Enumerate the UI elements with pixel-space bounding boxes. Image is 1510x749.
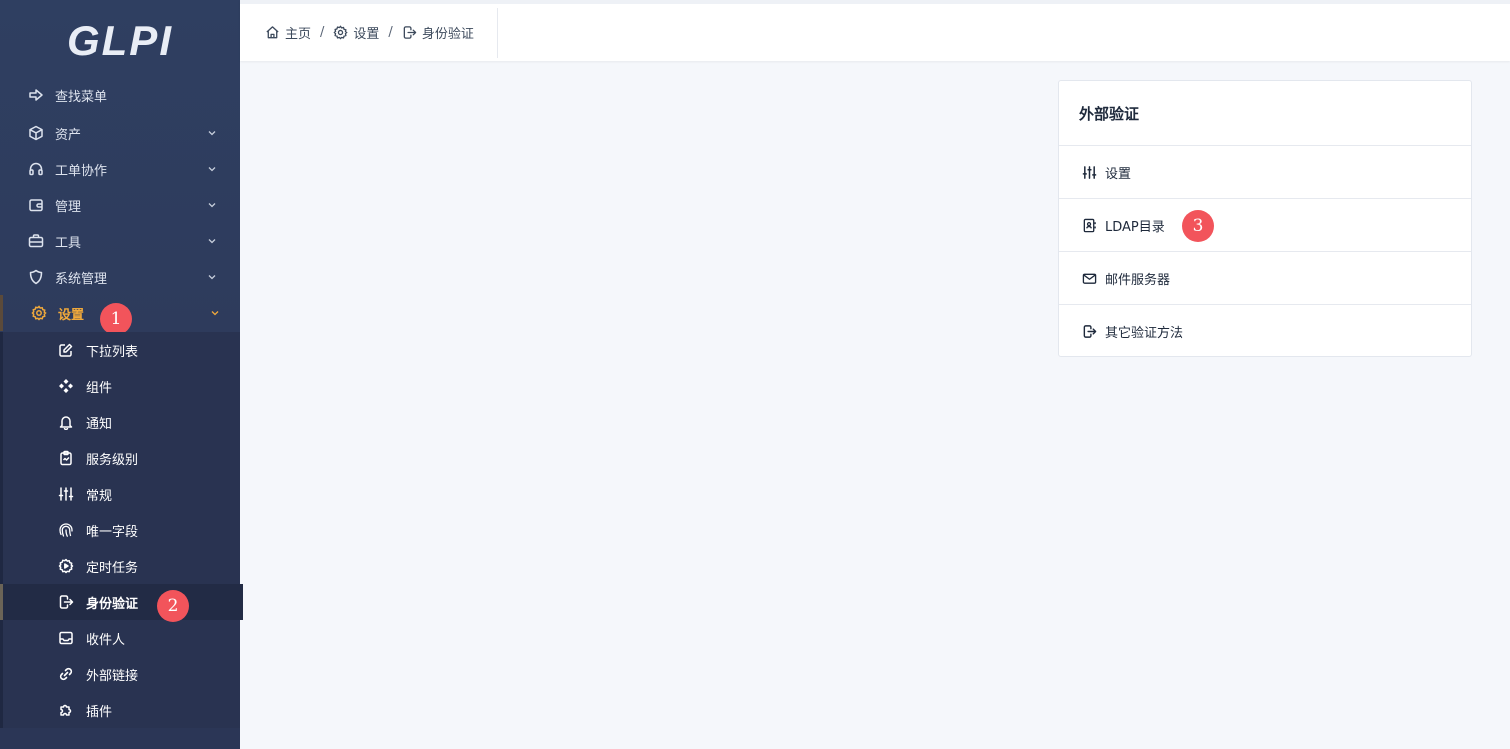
breadcrumb-home[interactable]: 主页 — [265, 23, 311, 42]
submenu-item-label: 下拉列表 — [86, 344, 139, 360]
sidebar-item-label: 设置 — [58, 307, 85, 323]
submenu-item-plugins[interactable]: 插件 — [3, 692, 243, 728]
submenu-item-dropdowns[interactable]: 下拉列表 — [3, 332, 243, 368]
card-item-label: 设置 — [1105, 166, 1132, 182]
submenu-item-notifications[interactable]: 通知 — [3, 404, 243, 440]
login-icon — [1081, 324, 1097, 340]
sidebar-item-find-menu[interactable]: 查找菜单 — [0, 77, 240, 113]
submenu-item-general[interactable]: 常规 — [3, 476, 243, 512]
divider — [497, 8, 498, 58]
top-bar: 主页 / 设置 / 身份验证 — [240, 0, 1510, 61]
puzzle-icon — [58, 702, 74, 718]
annotation-badge: 3 — [1182, 210, 1214, 242]
submenu-item-label: 常规 — [86, 488, 113, 504]
edit-icon — [58, 342, 74, 358]
breadcrumb-settings-label: 设置 — [353, 26, 380, 42]
sidebar-item-administration[interactable]: 系统管理 — [0, 259, 240, 295]
shield-icon — [28, 269, 44, 285]
external-auth-card: 外部验证 设置 LDAP目录 3 邮件服务器 其它验证方法 — [1058, 80, 1472, 357]
headset-icon — [28, 161, 44, 177]
mail-icon — [1081, 270, 1097, 286]
submenu-item-label: 通知 — [86, 416, 113, 432]
submenu-item-label: 组件 — [86, 380, 113, 396]
login-icon — [402, 25, 417, 40]
gear-icon — [333, 24, 349, 40]
submenu-item-service-levels[interactable]: 服务级别 — [3, 440, 243, 476]
inbox-icon — [58, 630, 74, 646]
card-item-other-auth-methods[interactable]: 其它验证方法 — [1059, 305, 1471, 358]
gear-icon — [31, 305, 47, 321]
sidebar: GLPI 查找菜单 资产 工单协作 管理 工具 系统管理 设置 1 下拉列表 组… — [0, 0, 243, 749]
chevron-down-icon — [207, 272, 217, 282]
box-icon — [28, 125, 44, 141]
breadcrumb-settings[interactable]: 设置 — [333, 23, 379, 42]
card-item-setup[interactable]: 设置 — [1059, 146, 1471, 199]
submenu-item-automatic-actions[interactable]: 定时任务 — [3, 548, 243, 584]
card-item-label: 邮件服务器 — [1105, 272, 1171, 288]
submenu-item-components[interactable]: 组件 — [3, 368, 243, 404]
components-icon — [58, 378, 74, 394]
sidebar-item-assets[interactable]: 资产 — [0, 115, 240, 151]
logo[interactable]: GLPI — [0, 0, 240, 78]
fingerprint-icon — [58, 522, 74, 538]
arrow-right-icon — [28, 87, 44, 103]
breadcrumb-current-label: 身份验证 — [421, 26, 474, 42]
sidebar-item-label: 资产 — [55, 127, 82, 143]
submenu-item-external-links[interactable]: 外部链接 — [3, 656, 243, 692]
chevron-down-icon — [207, 200, 217, 210]
breadcrumb-separator: / — [388, 24, 393, 40]
bell-icon — [58, 414, 74, 430]
card-item-mail-servers[interactable]: 邮件服务器 — [1059, 252, 1471, 305]
link-icon — [58, 666, 74, 682]
sidebar-item-management[interactable]: 管理 — [0, 187, 240, 223]
settings-automation-icon — [58, 558, 74, 574]
submenu-item-label: 服务级别 — [86, 452, 139, 468]
sidebar-item-label: 管理 — [55, 199, 82, 215]
submenu-item-label: 唯一字段 — [86, 524, 139, 540]
submenu-item-label: 收件人 — [86, 632, 126, 648]
clipboard-icon — [58, 450, 74, 466]
annotation-badge: 1 — [100, 303, 132, 335]
address-book-icon — [1081, 217, 1097, 233]
breadcrumb-home-label: 主页 — [285, 26, 312, 42]
sliders-icon — [1081, 164, 1097, 180]
settings-submenu: 下拉列表 组件 通知 服务级别 常规 唯一字段 定时任务 身份验证 收件人 外部… — [0, 332, 243, 728]
annotation-badge: 2 — [157, 590, 189, 622]
sidebar-item-tools[interactable]: 工具 — [0, 223, 240, 259]
card-item-ldap-directories[interactable]: LDAP目录 3 — [1059, 199, 1471, 252]
sidebar-item-label: 系统管理 — [55, 271, 108, 287]
sidebar-item-label: 查找菜单 — [55, 89, 108, 105]
chevron-down-icon — [207, 236, 217, 246]
breadcrumb: 主页 / 设置 / 身份验证 — [265, 20, 474, 44]
login-icon — [58, 594, 74, 610]
card-item-label: 其它验证方法 — [1105, 326, 1184, 341]
submenu-item-label: 插件 — [86, 704, 113, 720]
submenu-item-unique-fields[interactable]: 唯一字段 — [3, 512, 243, 548]
sidebar-item-helpdesk[interactable]: 工单协作 — [0, 151, 240, 187]
submenu-item-authentication[interactable]: 身份验证 — [0, 584, 243, 620]
card-title: 外部验证 — [1059, 81, 1471, 146]
logo-text: GLPI — [66, 17, 173, 64]
card-item-label: LDAP目录 — [1105, 219, 1165, 235]
sidebar-item-label: 工具 — [55, 235, 82, 251]
chevron-down-icon — [207, 164, 217, 174]
briefcase-icon — [28, 233, 44, 249]
submenu-item-label: 身份验证 — [86, 596, 139, 612]
wallet-icon — [28, 197, 44, 213]
submenu-item-receivers[interactable]: 收件人 — [3, 620, 243, 656]
submenu-item-label: 定时任务 — [86, 560, 139, 576]
breadcrumb-separator: / — [320, 24, 325, 40]
chevron-down-icon — [210, 308, 220, 318]
chevron-down-icon — [207, 128, 217, 138]
sidebar-item-label: 工单协作 — [55, 163, 108, 179]
sliders-icon — [58, 486, 74, 502]
home-icon — [265, 25, 280, 40]
submenu-item-label: 外部链接 — [86, 668, 139, 684]
breadcrumb-current[interactable]: 身份验证 — [402, 23, 474, 42]
